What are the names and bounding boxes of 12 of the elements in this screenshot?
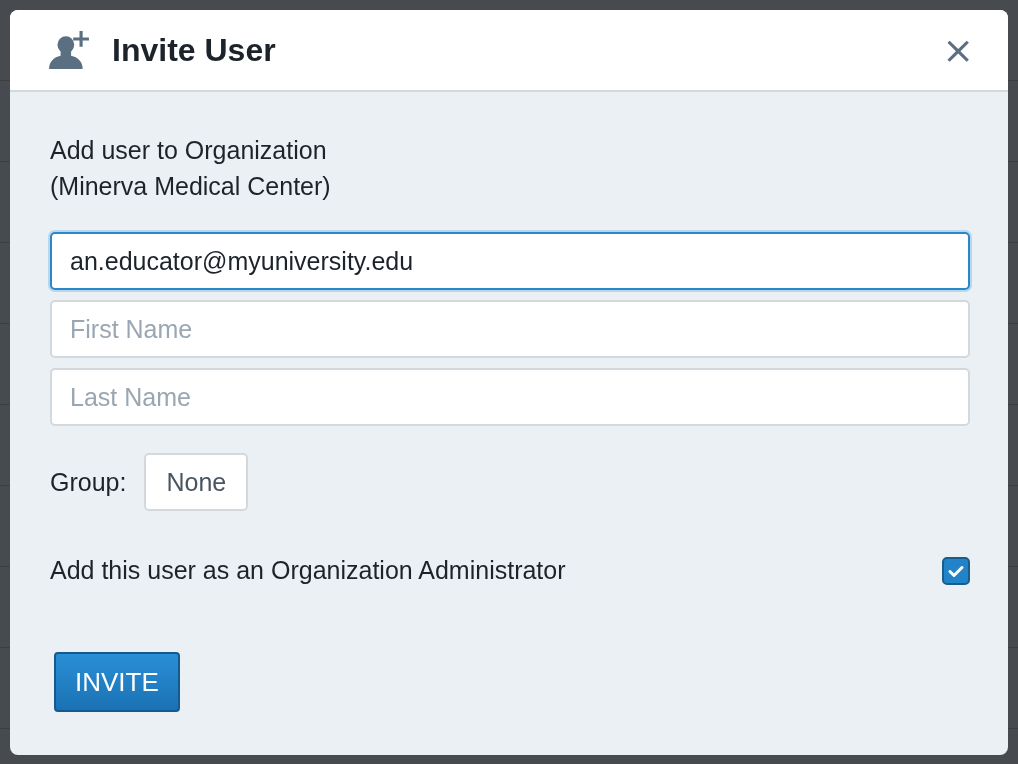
intro-text: Add user to Organization (Minerva Medical Center)	[50, 135, 332, 202]
group-button[interactable]: None	[144, 453, 249, 511]
close-button[interactable]: ×	[938, 31, 978, 69]
input-field[interactable]: an.educator@myuniversity.edu	[50, 232, 970, 290]
dialog-title: Invite User	[112, 31, 277, 69]
input-field[interactable]: First Name	[50, 300, 970, 358]
group-label: Group:	[50, 467, 127, 497]
input-field[interactable]: Last Name	[50, 368, 970, 426]
invite-button[interactable]: INVITE	[54, 652, 180, 712]
admin-label: Add this user as an Organization Administrator	[50, 556, 566, 585]
admin-checkbox[interactable]	[942, 556, 970, 585]
add-user-icon	[48, 29, 90, 71]
